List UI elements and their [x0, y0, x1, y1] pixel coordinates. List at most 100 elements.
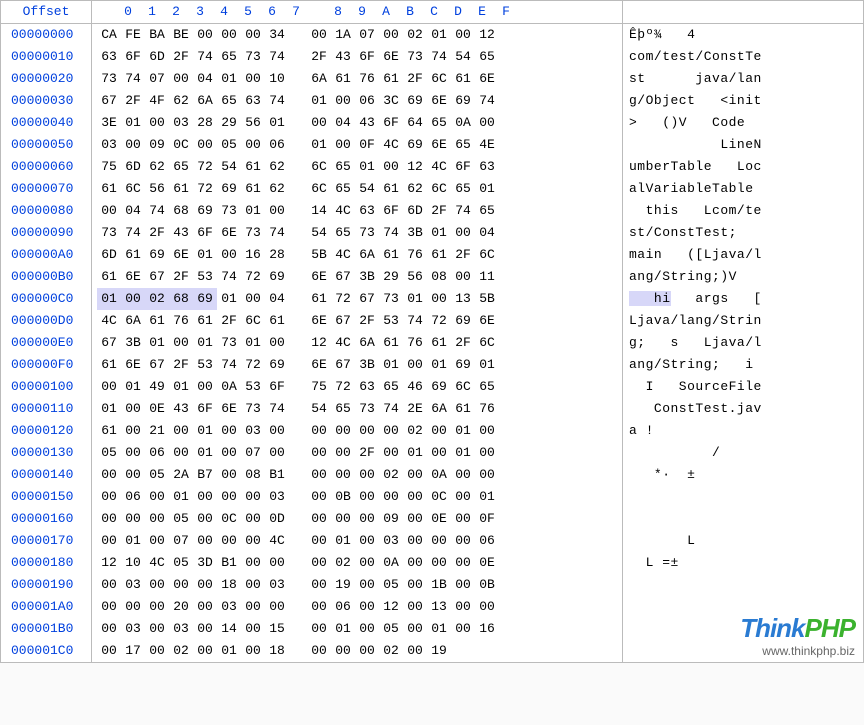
hex-byte[interactable]: 2F: [169, 46, 193, 68]
hex-byte[interactable]: 06: [121, 486, 145, 508]
hex-byte[interactable]: 6C: [427, 178, 451, 200]
hex-byte[interactable]: 61: [379, 178, 403, 200]
hex-byte[interactable]: 01: [403, 442, 427, 464]
hex-byte[interactable]: 4F: [145, 90, 169, 112]
hex-byte[interactable]: 69: [451, 354, 475, 376]
hex-byte[interactable]: 14: [307, 200, 331, 222]
hex-byte[interactable]: 03: [121, 618, 145, 640]
hex-byte[interactable]: 61: [121, 244, 145, 266]
hex-byte[interactable]: 65: [331, 222, 355, 244]
hex-byte[interactable]: 00: [427, 552, 451, 574]
hex-byte[interactable]: 01: [97, 288, 121, 310]
hex-row[interactable]: 0100026869010004617267730100135B: [92, 288, 622, 310]
hex-byte[interactable]: 18: [217, 574, 241, 596]
hex-byte[interactable]: 00: [193, 134, 217, 156]
hex-byte[interactable]: 1A: [331, 24, 355, 46]
hex-byte[interactable]: 00: [451, 222, 475, 244]
hex-byte[interactable]: 00: [451, 266, 475, 288]
ascii-row[interactable]: *· ±: [623, 464, 863, 486]
hex-byte[interactable]: 1B: [427, 574, 451, 596]
hex-byte[interactable]: 04: [331, 112, 355, 134]
hex-byte[interactable]: 00: [169, 420, 193, 442]
hex-byte[interactable]: 49: [145, 376, 169, 398]
hex-byte[interactable]: 65: [217, 90, 241, 112]
hex-byte[interactable]: 73: [241, 222, 265, 244]
hex-byte[interactable]: 61: [241, 156, 265, 178]
hex-byte[interactable]: 01: [193, 332, 217, 354]
hex-byte[interactable]: 01: [475, 486, 499, 508]
hex-byte[interactable]: 00: [169, 332, 193, 354]
offset-cell[interactable]: 000000C0: [1, 288, 91, 310]
hex-byte[interactable]: 74: [217, 266, 241, 288]
hex-byte[interactable]: 02: [379, 640, 403, 662]
hex-byte[interactable]: 6F: [193, 222, 217, 244]
hex-byte[interactable]: 67: [331, 310, 355, 332]
hex-byte[interactable]: 03: [217, 596, 241, 618]
hex-byte[interactable]: 4C: [145, 552, 169, 574]
hex-byte[interactable]: 00: [475, 112, 499, 134]
hex-row[interactable]: 636F6D2F746573742F436F6E73745465: [92, 46, 622, 68]
hex-byte[interactable]: 00: [193, 376, 217, 398]
hex-byte[interactable]: 00: [241, 640, 265, 662]
hex-byte[interactable]: 08: [427, 266, 451, 288]
hex-byte[interactable]: 0C: [169, 134, 193, 156]
hex-byte[interactable]: 00: [307, 596, 331, 618]
hex-byte[interactable]: 65: [451, 134, 475, 156]
hex-byte[interactable]: 03: [241, 420, 265, 442]
hex-byte[interactable]: 4C: [97, 310, 121, 332]
hex-byte[interactable]: 62: [145, 156, 169, 178]
hex-byte[interactable]: 00: [307, 640, 331, 662]
ascii-row[interactable]: hi args [: [623, 288, 863, 310]
hex-byte[interactable]: 73: [217, 332, 241, 354]
hex-byte[interactable]: 00: [355, 552, 379, 574]
hex-byte[interactable]: 01: [193, 244, 217, 266]
hex-byte[interactable]: 65: [331, 156, 355, 178]
hex-byte[interactable]: 00: [241, 508, 265, 530]
hex-byte[interactable]: 65: [379, 376, 403, 398]
hex-byte[interactable]: 00: [307, 530, 331, 552]
hex-byte[interactable]: 04: [265, 288, 289, 310]
hex-byte[interactable]: 0A: [427, 464, 451, 486]
hex-byte[interactable]: 6E: [121, 266, 145, 288]
hex-row[interactable]: 616C5661726961626C655461626C6501: [92, 178, 622, 200]
hex-byte[interactable]: 06: [265, 134, 289, 156]
ascii-row[interactable]: ang/String; i: [623, 354, 863, 376]
hex-byte[interactable]: 73: [355, 222, 379, 244]
hex-byte[interactable]: 56: [403, 266, 427, 288]
hex-byte[interactable]: 00: [451, 486, 475, 508]
hex-byte[interactable]: 00: [475, 596, 499, 618]
hex-byte[interactable]: 00: [475, 420, 499, 442]
ascii-row[interactable]: I SourceFile: [623, 376, 863, 398]
hex-byte[interactable]: 3B: [355, 354, 379, 376]
hex-byte[interactable]: 00: [427, 530, 451, 552]
hex-byte[interactable]: 00: [307, 442, 331, 464]
hex-byte[interactable]: 00: [451, 464, 475, 486]
hex-row[interactable]: 616E672F537472696E673B2956080011: [92, 266, 622, 288]
hex-byte[interactable]: 00: [217, 420, 241, 442]
ascii-row[interactable]: [623, 508, 863, 530]
hex-row[interactable]: 00000005000C000D00000009000E000F: [92, 508, 622, 530]
hex-byte[interactable]: 00: [355, 640, 379, 662]
hex-byte[interactable]: 01: [121, 530, 145, 552]
hex-byte[interactable]: 74: [379, 222, 403, 244]
hex-byte[interactable]: 3B: [121, 332, 145, 354]
hex-byte[interactable]: 00: [145, 596, 169, 618]
hex-byte[interactable]: 00: [217, 244, 241, 266]
hex-byte[interactable]: 00: [475, 442, 499, 464]
hex-byte[interactable]: 01: [427, 222, 451, 244]
hex-byte[interactable]: 6E: [427, 90, 451, 112]
offset-cell[interactable]: 00000010: [1, 46, 91, 68]
offset-cell[interactable]: 000000F0: [1, 354, 91, 376]
hex-byte[interactable]: 05: [217, 134, 241, 156]
hex-byte[interactable]: 00: [427, 442, 451, 464]
hex-byte[interactable]: 00: [121, 464, 145, 486]
hex-byte[interactable]: 01: [355, 156, 379, 178]
hex-byte[interactable]: 74: [379, 398, 403, 420]
hex-byte[interactable]: 68: [169, 200, 193, 222]
hex-byte[interactable]: 74: [265, 222, 289, 244]
hex-byte[interactable]: 02: [403, 24, 427, 46]
hex-byte[interactable]: 61: [379, 68, 403, 90]
hex-byte[interactable]: 69: [451, 310, 475, 332]
hex-byte[interactable]: 69: [193, 288, 217, 310]
hex-byte[interactable]: 00: [241, 618, 265, 640]
